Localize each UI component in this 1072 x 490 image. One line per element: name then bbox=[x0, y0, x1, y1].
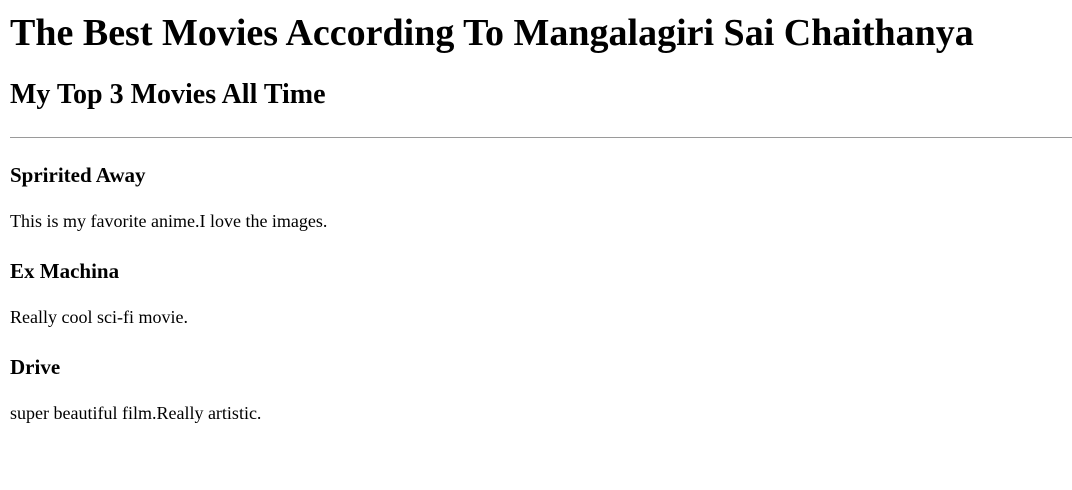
movie-title: Spririted Away bbox=[10, 163, 146, 187]
movie-item-ex-machina: Ex Machina Really cool sci-fi movie. bbox=[10, 258, 1062, 328]
page-title: The Best Movies According To Mangalagiri… bbox=[10, 12, 974, 54]
movie-description: super beautiful film.Really artistic. bbox=[10, 403, 262, 423]
divider bbox=[10, 137, 1072, 138]
movie-item-spirited-away: Spririted Away This is my favorite anime… bbox=[10, 162, 1062, 232]
movie-title: Ex Machina bbox=[10, 259, 120, 283]
movie-description: Really cool sci-fi movie. bbox=[10, 307, 188, 327]
page-subtitle: My Top 3 Movies All Time bbox=[10, 79, 326, 110]
movie-description: This is my favorite anime.I love the ima… bbox=[10, 211, 328, 231]
movie-item-drive: Drive super beautiful film.Really artist… bbox=[10, 354, 1062, 424]
movie-title: Drive bbox=[10, 355, 61, 379]
